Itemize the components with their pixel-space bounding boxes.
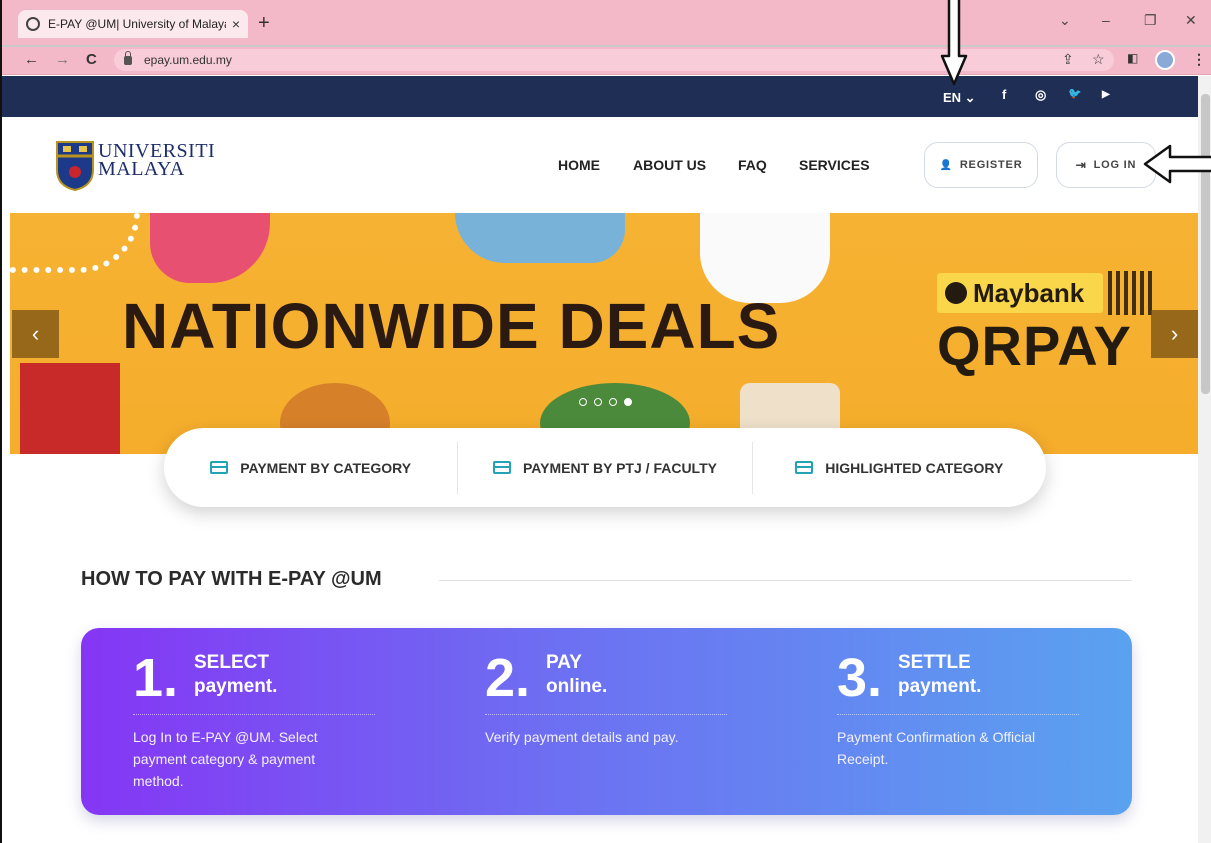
credit-card-icon (210, 461, 229, 474)
forward-button[interactable]: → (55, 51, 70, 68)
register-button[interactable]: 👤 REGISTER (924, 142, 1038, 188)
banner-headline: NATIONWIDE DEALS (122, 290, 781, 362)
profile-avatar[interactable] (1155, 50, 1175, 70)
tab-strip: E-PAY @UM| University of Malaya × + ⌄ – … (2, 0, 1211, 47)
browser-menu-icon[interactable]: ⋮ (1192, 51, 1206, 68)
maybank-tiger-icon (945, 282, 967, 304)
minimize-button[interactable]: – (1102, 12, 1110, 28)
pearl-necklace-image (10, 213, 140, 273)
step-description: Verify payment details and pay. (485, 729, 679, 745)
step-divider (133, 714, 375, 715)
language-selector[interactable]: EN ⌄ (943, 90, 976, 106)
payment-by-ptj-label: PAYMENT BY PTJ / FACULTY (523, 459, 717, 476)
step-divider (485, 714, 727, 715)
carousel-dot-2[interactable] (594, 398, 602, 406)
login-button[interactable]: ⇥ LOG IN (1056, 142, 1156, 188)
carousel-dot-4-active[interactable] (624, 398, 632, 406)
section-title: HOW TO PAY WITH E-PAY @UM (81, 568, 382, 590)
maybank-logo: Maybank (937, 273, 1103, 313)
steps-panel: 1. SELECT payment. Log In to E-PAY @UM. … (81, 628, 1132, 815)
step-subheading: payment. (898, 676, 982, 697)
payment-by-category-tab[interactable]: PAYMENT BY CATEGORY (164, 442, 457, 494)
qrpay-logo: QRPAY (937, 314, 1132, 377)
payment-by-category-label: PAYMENT BY CATEGORY (240, 459, 412, 476)
tab-title: E-PAY @UM| University of Malaya (48, 17, 226, 31)
step-subheading: online. (546, 676, 608, 697)
site-logo[interactable]: UNIVERSITI MALAYA (98, 141, 215, 180)
close-window-button[interactable]: ✕ (1185, 12, 1197, 29)
new-tab-button[interactable]: + (258, 13, 270, 33)
url-text: epay.um.edu.my (144, 53, 232, 67)
nav-faq[interactable]: FAQ (738, 157, 767, 173)
sign-in-icon: ⇥ (1075, 158, 1087, 172)
annotation-arrow-down-icon (940, 0, 968, 86)
twitter-icon[interactable]: 🐦 (1068, 87, 1082, 100)
carousel-dot-1[interactable] (579, 398, 587, 406)
scarf-image (150, 213, 270, 283)
step-number: 1. (133, 648, 179, 708)
logo-line-2: MALAYA (98, 158, 185, 180)
step-heading: SETTLE (898, 652, 971, 673)
carousel-prev-button[interactable]: ‹ (12, 310, 59, 358)
login-label: LOG IN (1093, 159, 1137, 171)
step-divider (837, 714, 1079, 715)
step-description: Log In to E-PAY @UM. Select payment cate… (133, 729, 318, 789)
globe-icon (26, 17, 40, 31)
instagram-icon[interactable]: ◎ (1035, 87, 1046, 103)
lock-icon (124, 50, 132, 65)
scrollbar-thumb[interactable] (1201, 94, 1210, 394)
nav-services[interactable]: SERVICES (799, 157, 870, 173)
step-number: 2. (485, 648, 531, 708)
nav-about-us[interactable]: ABOUT US (633, 157, 706, 173)
step-heading: PAY (546, 652, 582, 673)
register-label: REGISTER (959, 159, 1023, 171)
section-divider (439, 580, 1132, 581)
popcorn-image (20, 363, 120, 454)
credit-card-icon (795, 461, 814, 474)
maybank-brand: Maybank (973, 277, 1085, 308)
tab-search-icon[interactable]: ⌄ (1059, 12, 1071, 29)
site-header: UNIVERSITI MALAYA HOME ABOUT US FAQ SERV… (2, 117, 1198, 213)
restore-button[interactable]: ❐ (1144, 12, 1157, 29)
step-number: 3. (837, 648, 883, 708)
site-topbar: EN ⌄ f ◎ 🐦 ▶ (2, 76, 1198, 117)
um-crest-icon[interactable] (55, 140, 95, 192)
annotation-arrow-left-icon (1143, 144, 1211, 184)
payment-by-ptj-tab[interactable]: PAYMENT BY PTJ / FACULTY (457, 441, 751, 494)
back-button[interactable]: ← (24, 51, 39, 68)
toolbar: ← → C epay.um.edu.my ⇪ ☆ ◧ ⋮ (2, 47, 1211, 75)
youtube-icon[interactable]: ▶ (1102, 89, 1110, 100)
bookmark-star-icon[interactable]: ☆ (1092, 51, 1105, 68)
page-scrollbar[interactable] (1198, 76, 1211, 843)
highlighted-category-label: HIGHLIGHTED CATEGORY (825, 459, 1004, 476)
category-selector: PAYMENT BY CATEGORY PAYMENT BY PTJ / FAC… (164, 428, 1046, 507)
credit-card-icon (493, 461, 511, 474)
highlighted-category-tab[interactable]: HIGHLIGHTED CATEGORY (751, 441, 1046, 494)
promo-carousel[interactable]: NATIONWIDE DEALS Maybank QRPAY (10, 213, 1200, 454)
reload-button[interactable]: C (86, 51, 97, 68)
user-icon: 👤 (939, 159, 953, 171)
nav-home[interactable]: HOME (558, 157, 600, 173)
qr-code-icon (1108, 271, 1152, 315)
facebook-icon[interactable]: f (1002, 87, 1006, 102)
browser-tab[interactable]: E-PAY @UM| University of Malaya × (18, 10, 248, 38)
step-subheading: payment. (194, 676, 278, 697)
carousel-dot-3[interactable] (609, 398, 617, 406)
share-icon[interactable]: ⇪ (1062, 51, 1074, 68)
tab-close-icon[interactable]: × (232, 16, 240, 32)
step-description: Payment Confirmation & Official Receipt. (837, 729, 1036, 767)
side-panel-icon[interactable]: ◧ (1127, 51, 1138, 65)
step-heading: SELECT (194, 652, 269, 673)
denim-image (455, 213, 625, 263)
carousel-next-button[interactable]: › (1151, 310, 1198, 358)
browser-window: E-PAY @UM| University of Malaya × + ⌄ – … (0, 0, 1211, 843)
